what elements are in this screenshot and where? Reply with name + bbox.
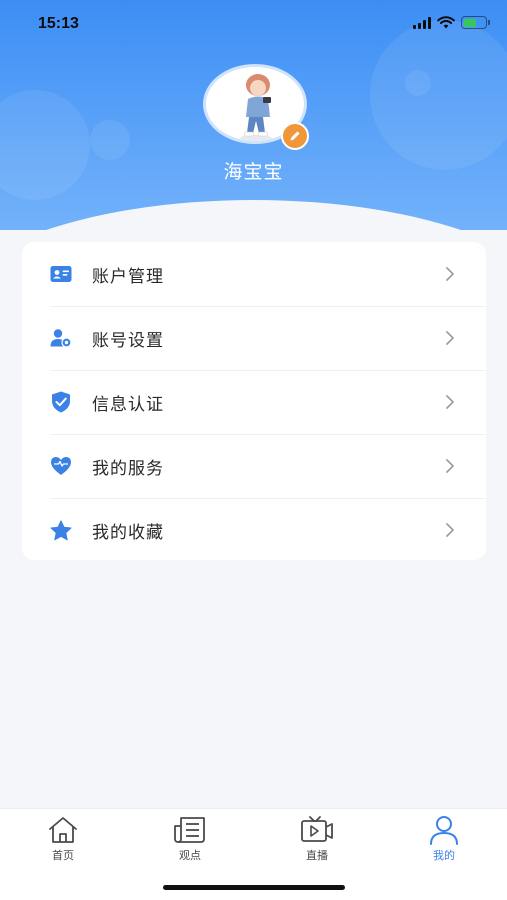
tab-label: 观点 xyxy=(179,849,201,862)
user-icon xyxy=(427,815,461,845)
live-tv-icon xyxy=(300,815,334,845)
tab-viewpoints[interactable]: 观点 xyxy=(150,815,230,863)
newspaper-icon xyxy=(173,815,207,845)
chevron-right-icon xyxy=(446,331,454,345)
menu-item-my-services[interactable]: 我的服务 xyxy=(22,434,486,498)
tab-live[interactable]: 直播 xyxy=(277,815,357,863)
tab-label: 我的 xyxy=(433,849,455,862)
status-icons xyxy=(413,16,490,29)
menu-item-label: 我的收藏 xyxy=(92,522,164,543)
menu-card: 账户管理 账号设置 信息认证 我的服务 我的收藏 xyxy=(22,242,486,560)
edit-avatar-button[interactable] xyxy=(281,122,309,150)
user-gear-icon xyxy=(50,327,72,349)
menu-item-account-management[interactable]: 账户管理 xyxy=(22,242,486,306)
menu-item-verification[interactable]: 信息认证 xyxy=(22,370,486,434)
tab-home[interactable]: 首页 xyxy=(23,815,103,863)
id-card-icon xyxy=(50,263,72,285)
avatar[interactable] xyxy=(203,64,311,150)
battery-icon xyxy=(461,16,490,29)
home-indicator xyxy=(163,885,345,890)
chevron-right-icon xyxy=(446,267,454,281)
menu-item-my-favorites[interactable]: 我的收藏 xyxy=(22,498,486,560)
chevron-right-icon xyxy=(446,523,454,537)
tab-label: 直播 xyxy=(306,849,328,862)
menu-item-account-settings[interactable]: 账号设置 xyxy=(22,306,486,370)
chevron-right-icon xyxy=(446,395,454,409)
tab-label: 首页 xyxy=(52,849,74,862)
status-bar: 15:13 xyxy=(0,0,507,50)
chevron-right-icon xyxy=(446,459,454,473)
heart-icon xyxy=(50,455,72,477)
status-time: 15:13 xyxy=(38,15,79,32)
menu-item-label: 信息认证 xyxy=(92,394,164,415)
wifi-icon xyxy=(437,16,455,29)
shield-check-icon xyxy=(50,391,72,413)
star-icon xyxy=(50,519,72,541)
cellular-signal-icon xyxy=(413,16,431,29)
username: 海宝宝 xyxy=(223,161,284,183)
menu-item-label: 我的服务 xyxy=(92,458,164,479)
tab-mine[interactable]: 我的 xyxy=(404,815,484,863)
pencil-icon xyxy=(290,131,300,141)
home-icon xyxy=(46,815,80,845)
menu-item-label: 账户管理 xyxy=(92,266,164,287)
menu-item-label: 账号设置 xyxy=(92,330,164,351)
